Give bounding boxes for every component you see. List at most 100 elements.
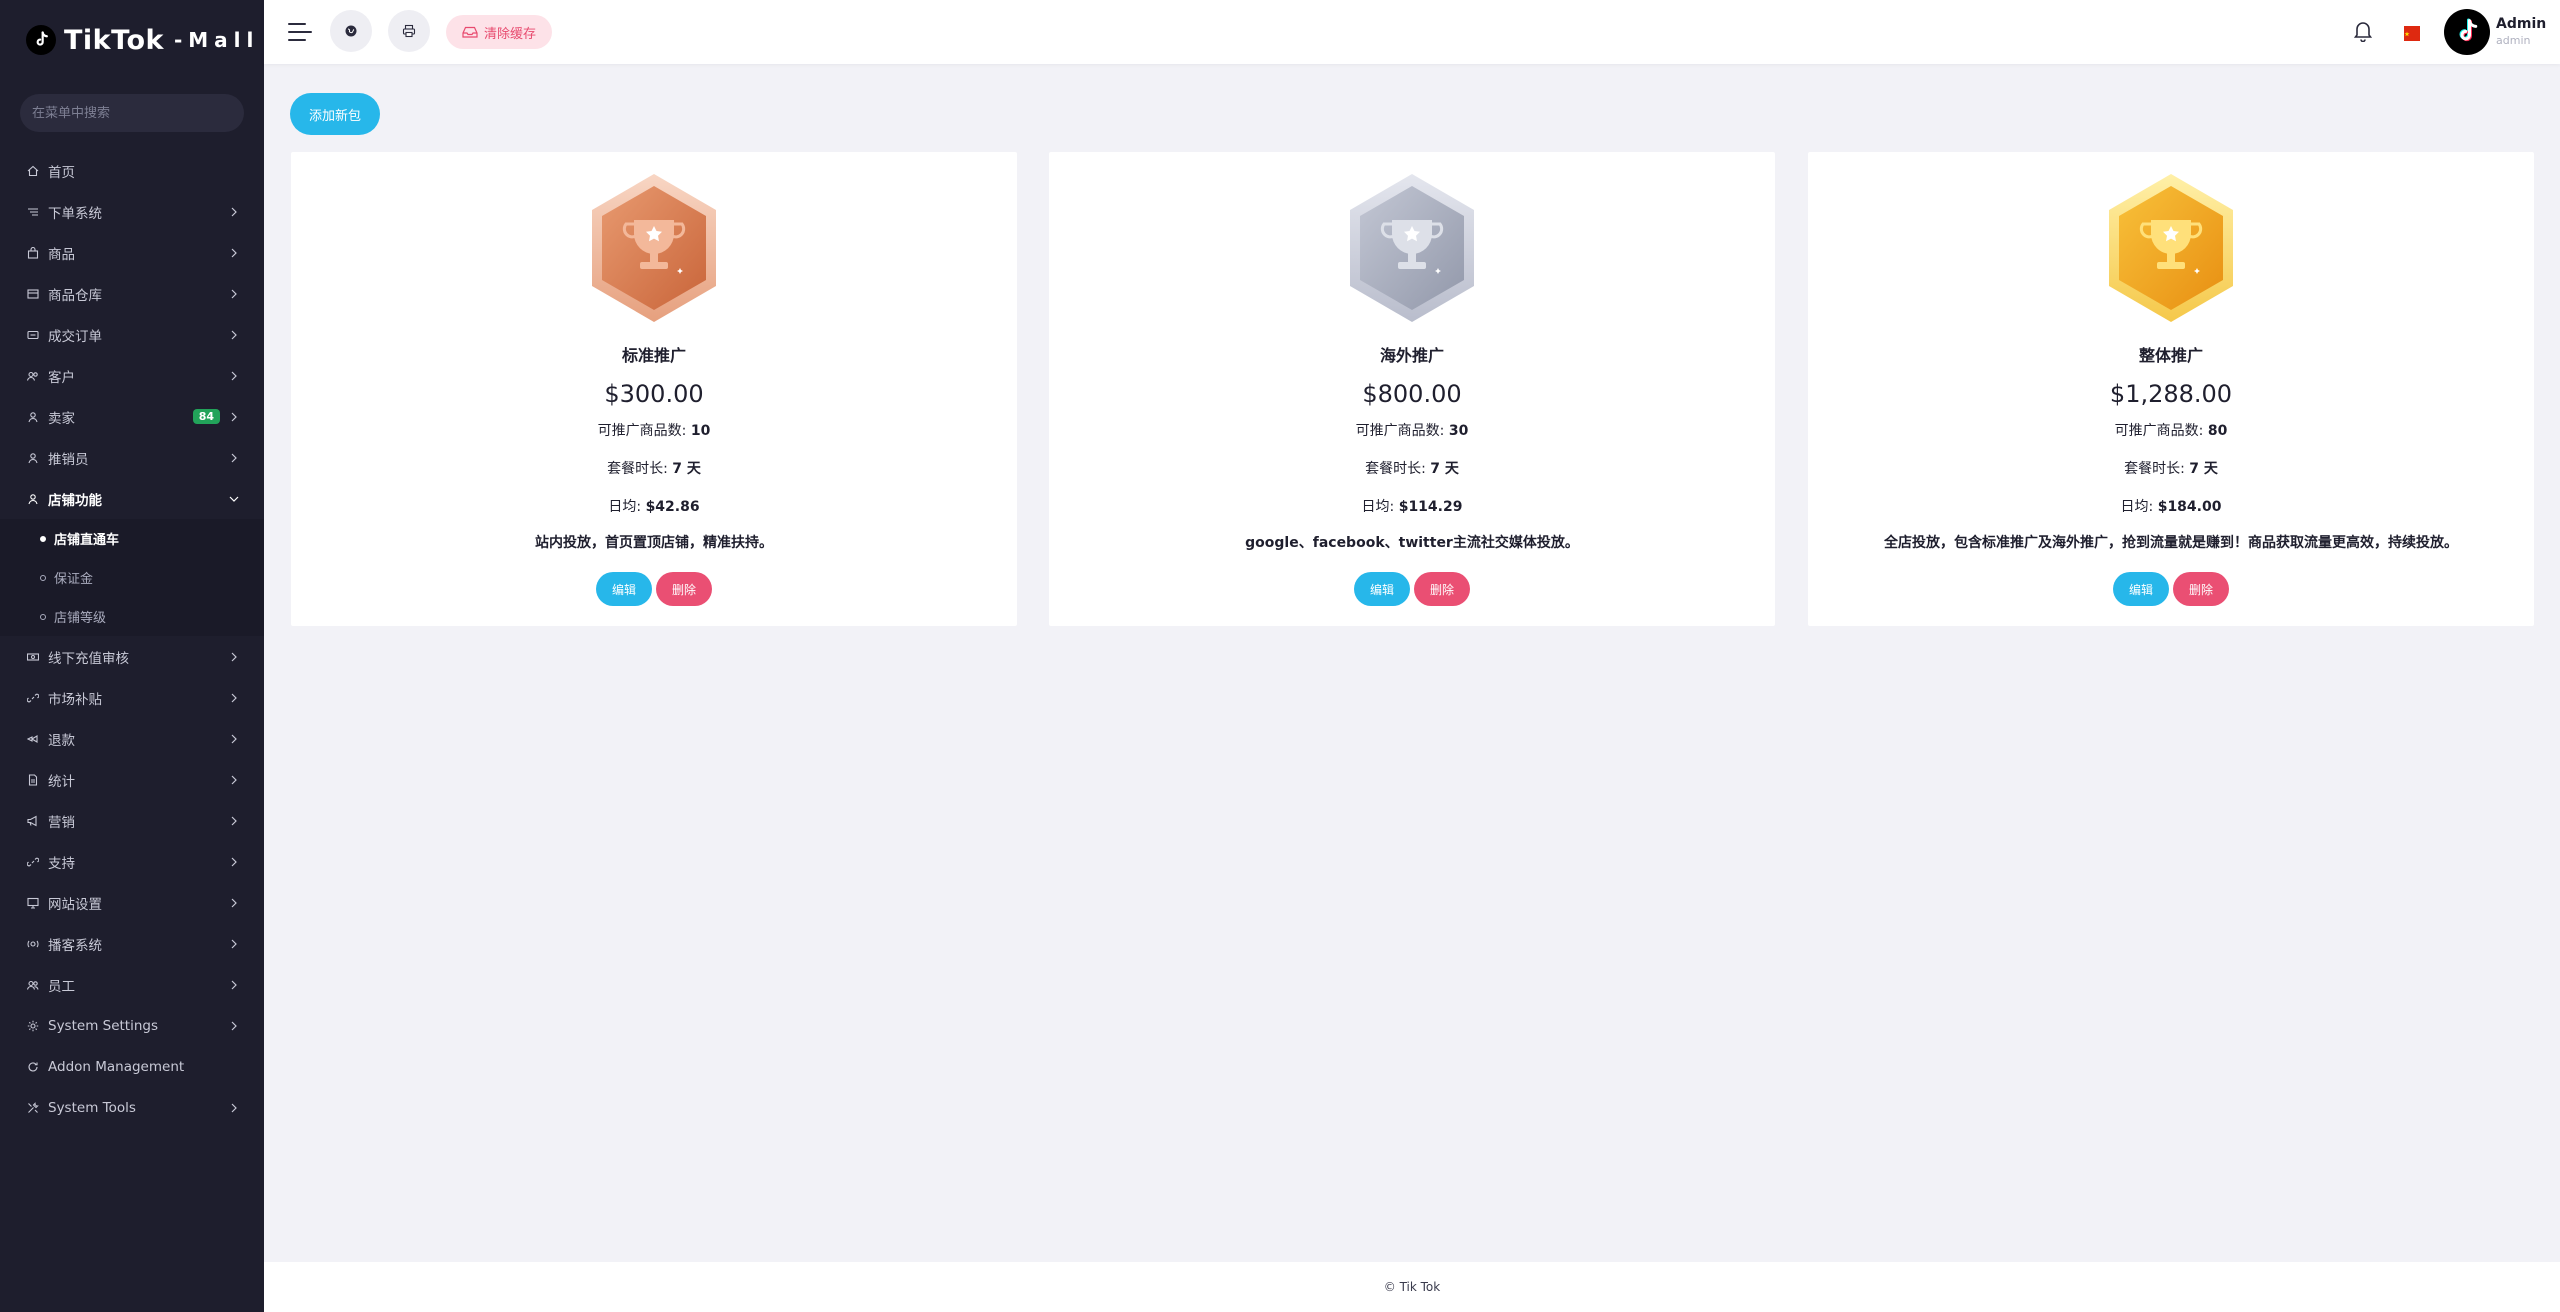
inbox-icon	[462, 26, 478, 38]
delete-button[interactable]: 删除	[656, 572, 713, 606]
globe-button[interactable]	[330, 10, 372, 52]
duration-value: 7 天	[1430, 461, 1459, 477]
edit-button[interactable]: 编辑	[595, 572, 652, 606]
edit-button[interactable]: 编辑	[1353, 572, 1410, 606]
megaphone-icon	[26, 814, 40, 828]
sidebar-item-label: 商品仓库	[48, 287, 102, 304]
edit-button[interactable]: 编辑	[2112, 572, 2169, 606]
sub-item-label: 店铺等级	[54, 611, 107, 626]
daily-label: 日均:	[2120, 499, 2154, 515]
sidebar-item-staff[interactable]: 员工	[0, 964, 264, 1005]
sidebar-item-label: 播客系统	[48, 937, 102, 954]
menu-toggle-icon[interactable]	[288, 21, 312, 43]
chevron-right-icon	[228, 411, 240, 423]
products-value: 80	[2207, 423, 2228, 439]
sidebar-item-marketing[interactable]: 营销	[0, 800, 264, 841]
chevron-down-icon	[228, 493, 240, 505]
copyright-text: © Tik Tok	[1383, 1280, 1441, 1294]
menu-search-input[interactable]	[20, 94, 244, 132]
sub-item-store-express[interactable]: 店铺直通车	[0, 519, 264, 558]
china-flag-icon[interactable]	[2404, 26, 2420, 41]
print-button[interactable]	[388, 10, 430, 52]
money-icon	[26, 650, 40, 664]
chevron-right-icon	[228, 370, 240, 382]
seller-count-badge: 84	[192, 409, 220, 424]
chevron-right-icon	[228, 774, 240, 786]
products-value: 10	[690, 423, 711, 439]
package-card: 标准推广 $300.00 可推广商品数: 10 套餐时长: 7 天 日均: $4…	[291, 152, 1017, 626]
store-submenu: 店铺直通车 保证金 店铺等级	[0, 519, 264, 636]
delete-button[interactable]: 删除	[2173, 572, 2230, 606]
sidebar-item-system-tools[interactable]: System Tools	[0, 1087, 264, 1128]
staff-icon	[26, 978, 40, 992]
package-price: $300.00	[604, 380, 704, 408]
daily-label: 日均:	[1361, 499, 1395, 515]
refresh-icon	[26, 1060, 40, 1074]
duration-line: 套餐时长: 7 天	[1049, 458, 1775, 478]
chevron-right-icon	[228, 452, 240, 464]
duration-value: 7 天	[672, 461, 701, 477]
duration-line: 套餐时长: 7 天	[291, 458, 1017, 478]
chevron-right-icon	[228, 329, 240, 341]
chevron-right-icon	[228, 651, 240, 663]
sidebar-item-warehouse[interactable]: 商品仓库	[0, 273, 264, 314]
duration-value: 7 天	[2189, 461, 2218, 477]
sidebar-item-label: 员工	[48, 978, 75, 995]
user-name[interactable]: Admin	[2496, 16, 2546, 32]
sidebar-item-sellers[interactable]: 卖家 84	[0, 396, 264, 437]
delete-button[interactable]: 删除	[1414, 572, 1471, 606]
sidebar-item-refund[interactable]: 退款	[0, 718, 264, 759]
sidebar-item-order-system[interactable]: 下单系统	[0, 191, 264, 232]
clear-cache-button[interactable]: 清除缓存	[446, 15, 553, 49]
package-description: google、facebook、twitter主流社交媒体投放。	[1245, 535, 1579, 551]
sidebar-item-label: Addon Management	[48, 1058, 185, 1075]
gold-trophy-medal-icon	[2109, 174, 2233, 322]
bullet-icon	[40, 535, 46, 542]
sidebar-item-label: 市场补贴	[48, 691, 102, 708]
user-avatar[interactable]	[2444, 9, 2490, 55]
user-icon	[26, 451, 40, 465]
sidebar-item-market-subsidy[interactable]: 市场补贴	[0, 677, 264, 718]
sidebar-item-addon-management[interactable]: Addon Management	[0, 1046, 264, 1087]
sidebar-item-statistics[interactable]: 统计	[0, 759, 264, 800]
sidebar-item-website-settings[interactable]: 网站设置	[0, 882, 264, 923]
monitor-icon	[26, 896, 40, 910]
sub-item-label: 保证金	[54, 572, 94, 587]
bag-icon	[26, 246, 40, 260]
sub-item-label: 店铺直通车	[54, 533, 120, 548]
chevron-right-icon	[228, 938, 240, 950]
daily-line: 日均: $114.29	[1049, 496, 1775, 516]
sidebar-item-podcast[interactable]: 播客系统	[0, 923, 264, 964]
sidebar-item-offline-recharge[interactable]: 线下充值审核	[0, 636, 264, 677]
add-package-button[interactable]: 添加新包	[290, 93, 381, 135]
sidebar-item-products[interactable]: 商品	[0, 232, 264, 273]
sidebar-item-support[interactable]: 支持	[0, 841, 264, 882]
sidebar-item-system-settings[interactable]: System Settings	[0, 1005, 264, 1046]
chevron-right-icon	[228, 733, 240, 745]
brand-name: TikTok	[64, 24, 164, 56]
brand-logo[interactable]: TikTok -Mall	[0, 0, 264, 80]
sidebar-item-customers[interactable]: 客户	[0, 355, 264, 396]
sidebar-item-home[interactable]: 首页	[0, 150, 264, 191]
notification-bell-icon[interactable]	[2353, 20, 2373, 46]
warehouse-icon	[26, 287, 40, 301]
sidebar-item-label: 卖家	[48, 410, 75, 427]
sidebar-item-store-functions[interactable]: 店铺功能	[0, 478, 264, 519]
sidebar-item-label: 客户	[48, 369, 75, 386]
sidebar-item-orders[interactable]: 成交订单	[0, 314, 264, 355]
sub-item-deposit[interactable]: 保证金	[0, 558, 264, 597]
sub-item-store-level[interactable]: 店铺等级	[0, 597, 264, 636]
duration-label: 套餐时长:	[607, 461, 668, 477]
sidebar-item-label: 统计	[48, 773, 75, 790]
card-actions: 编辑 删除	[1808, 572, 2534, 606]
products-label: 可推广商品数:	[2114, 423, 2204, 439]
globe-icon	[345, 25, 357, 37]
sidebar-item-label: 推销员	[48, 451, 89, 468]
clear-cache-label: 清除缓存	[484, 26, 537, 42]
chevron-right-icon	[228, 247, 240, 259]
bullet-icon	[40, 574, 46, 581]
chevron-right-icon	[228, 979, 240, 991]
package-description: 全店投放，包含标准推广及海外推广，抢到流量就是赚到！商品获取流量更高效，持续投放…	[1884, 535, 2458, 551]
sidebar-item-salesman[interactable]: 推销员	[0, 437, 264, 478]
tiktok-avatar-icon	[2459, 18, 2478, 42]
